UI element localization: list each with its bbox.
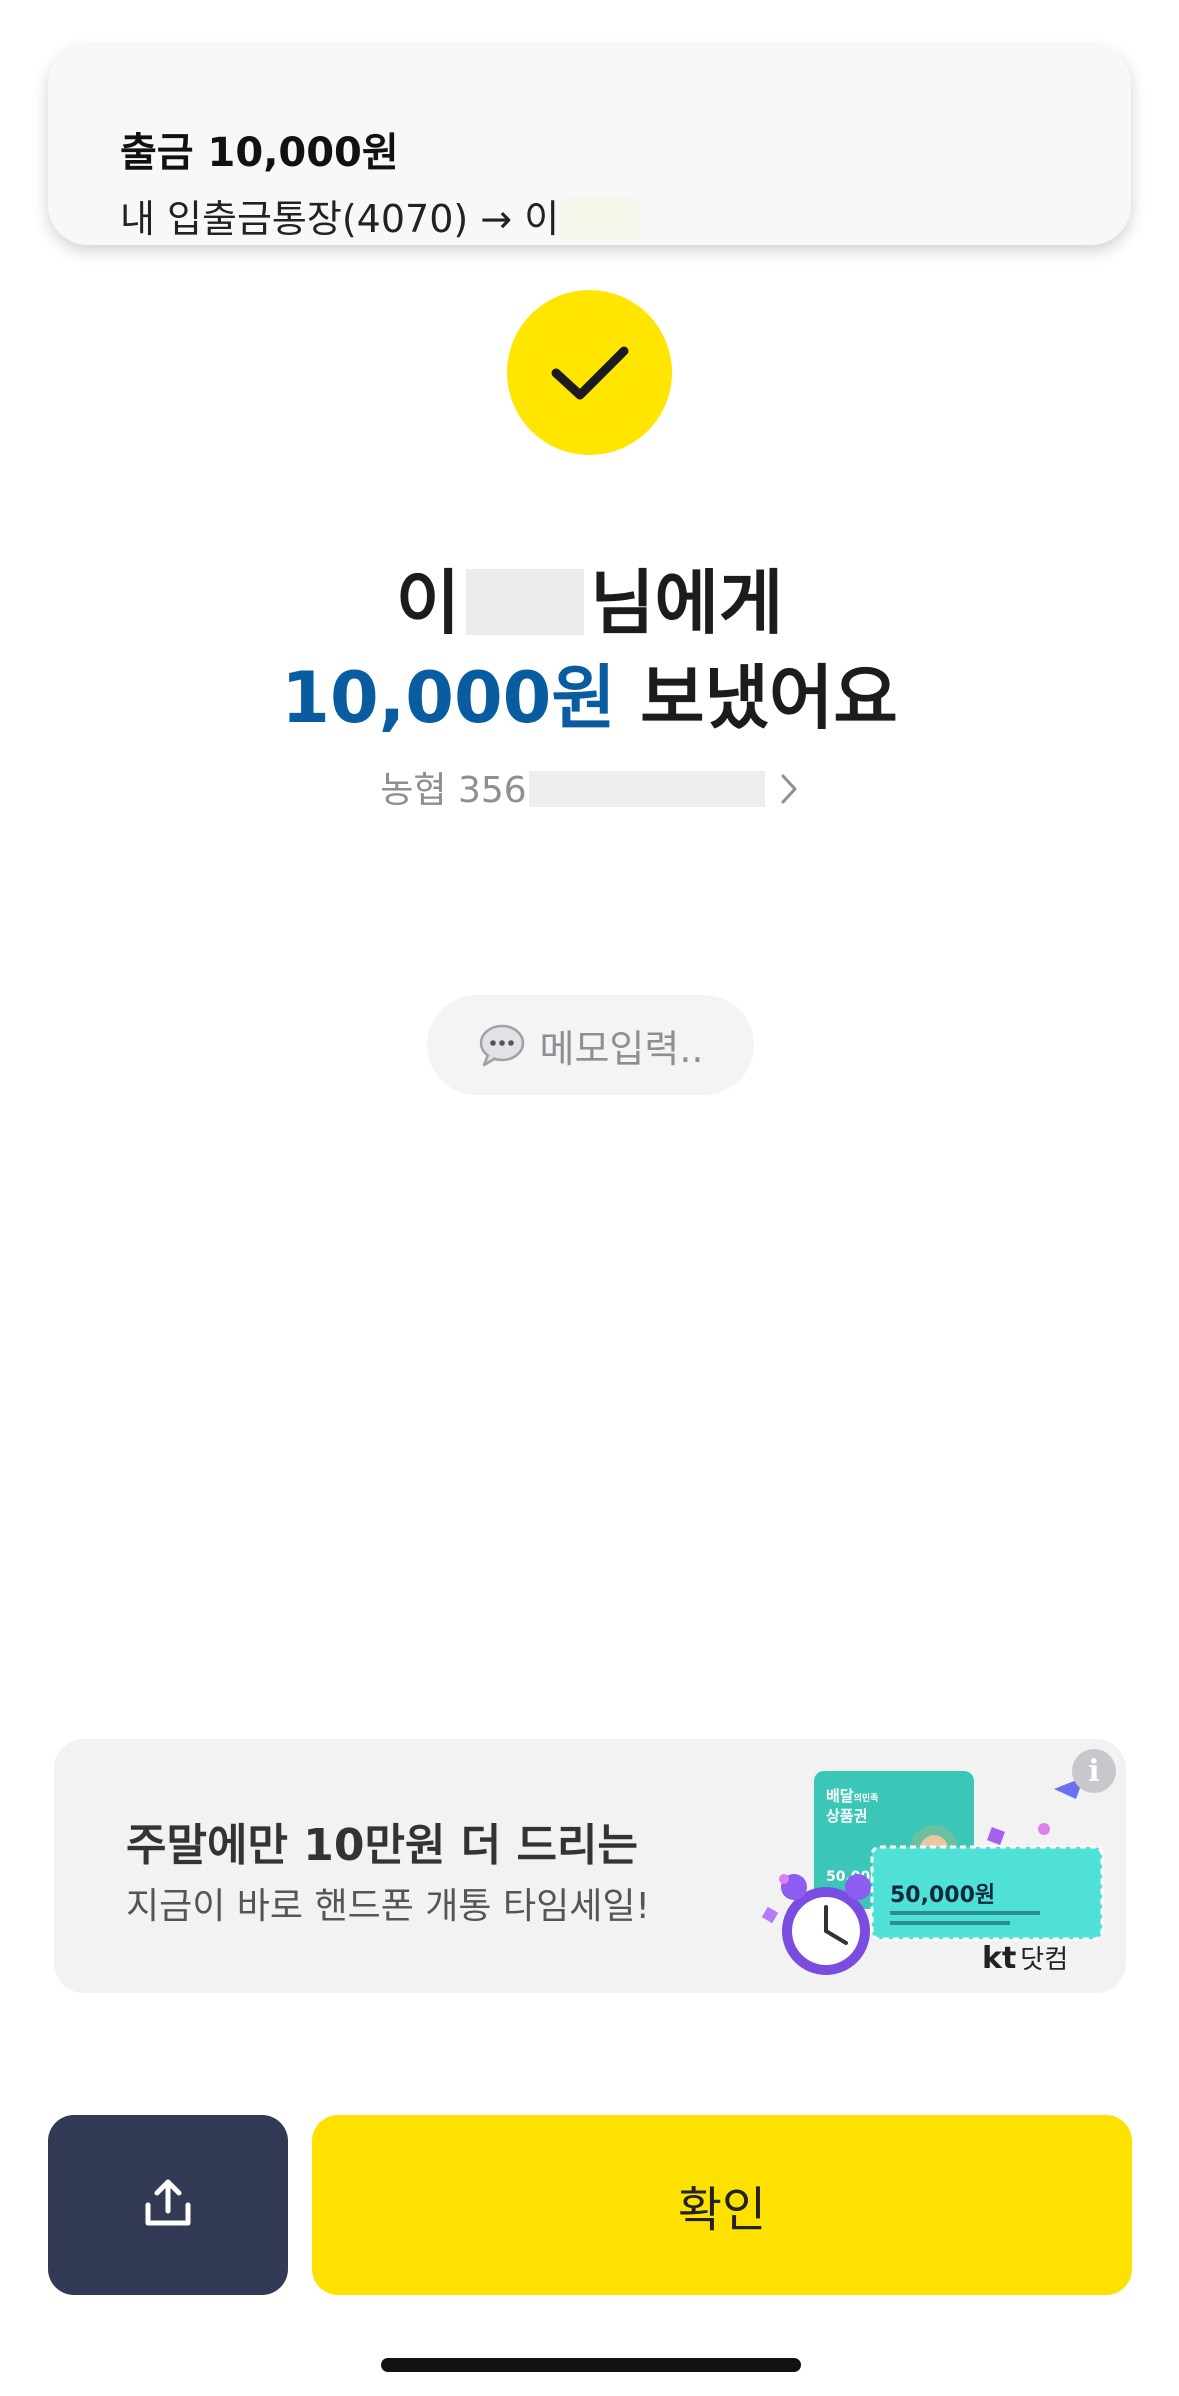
masked-recipient-name <box>466 569 585 635</box>
speech-bubble-icon <box>478 1023 526 1067</box>
withdrawal-notification[interactable]: 출금 10,000원 내 입출금통장(4070) → 이 <box>48 45 1131 245</box>
chevron-right-icon <box>779 769 799 821</box>
account-prefix: 농협 356 <box>380 770 527 811</box>
sent-text: 보냈어요 <box>640 657 898 739</box>
share-button[interactable] <box>48 2115 288 2295</box>
transfer-amount: 10,000원 <box>281 657 616 739</box>
kt-dotcom-logo: kt 닷컴 <box>982 1939 1068 1976</box>
ad-subtitle: 지금이 바로 핸드폰 개통 타임세일! <box>126 1886 650 1927</box>
ad-title: 주말에만 10만원 더 드리는 <box>126 1820 638 1871</box>
notification-body: 내 입출금통장(4070) → 이 <box>120 193 640 245</box>
notification-title: 출금 10,000원 <box>120 130 399 176</box>
ad-card2-value: 50,000원 <box>890 1883 995 1908</box>
confirm-button[interactable]: 확인 <box>312 2115 1132 2295</box>
ad-card1-title-c: 상품권 <box>826 1807 867 1825</box>
ad-banner[interactable]: 주말에만 10만원 더 드리는 지금이 바로 핸드폰 개통 타임세일! 배달의민… <box>54 1739 1126 1993</box>
recipient-line: 이 님에게 <box>0 555 1179 651</box>
kt-logo-name: 닷컴 <box>1020 1945 1069 1975</box>
home-indicator[interactable] <box>381 2358 801 2372</box>
recipient-account[interactable]: 농협 356 <box>0 765 1179 821</box>
success-check-icon <box>507 290 672 455</box>
transfer-complete-screen: 출금 10,000원 내 입출금통장(4070) → 이 이 님에게 10,000… <box>0 0 1179 2396</box>
notification-body-text: 내 입출금통장(4070) → 이 <box>120 197 560 241</box>
kt-logo-mark: kt <box>982 1941 1017 1976</box>
recipient-prefix: 이 <box>395 562 461 644</box>
ad-card1-title-a: 배달 <box>826 1787 854 1805</box>
recipient-suffix: 님에게 <box>590 562 784 644</box>
memo-placeholder: 메모입력.. <box>539 1026 704 1071</box>
ad-card1-title-b: 의민족 <box>854 1792 879 1804</box>
info-icon[interactable]: i <box>1072 1749 1116 1793</box>
masked-account-number <box>528 771 765 807</box>
masked-recipient-name <box>561 198 640 240</box>
amount-line: 10,000원 보냈어요 <box>0 650 1179 746</box>
memo-input-button[interactable]: 메모입력.. <box>427 995 754 1095</box>
share-icon <box>142 2177 194 2233</box>
